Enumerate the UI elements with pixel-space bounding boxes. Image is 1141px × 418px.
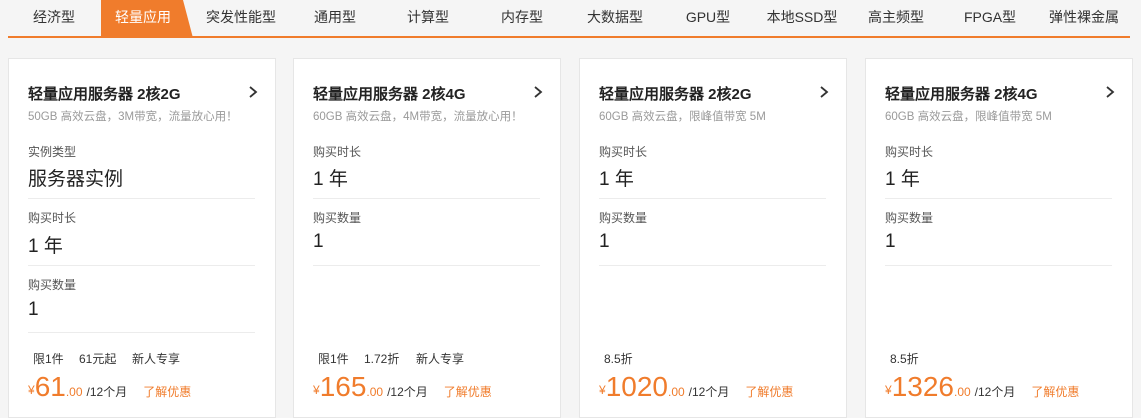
- discount-tag: 1.72折: [364, 352, 400, 366]
- duration-value[interactable]: 1 年: [313, 164, 348, 191]
- instance-type-value[interactable]: 服务器实例: [28, 164, 123, 191]
- discount-tag: 8.5折: [604, 352, 633, 366]
- price-row: ¥1020.00/12个月 了解优惠: [599, 371, 793, 403]
- card-title[interactable]: 轻量应用服务器 2核4G: [313, 83, 466, 104]
- duration-label: 购买时长: [599, 145, 648, 159]
- duration-value[interactable]: 1 年: [885, 164, 920, 191]
- tab-local-ssd[interactable]: 本地SSD型: [755, 0, 849, 36]
- price-start-tag: 61元起: [79, 352, 117, 366]
- price-integer: 61: [34, 371, 66, 402]
- price-integer: 165: [319, 371, 367, 402]
- price-period: /12个月: [387, 385, 428, 399]
- card-subtitle: 60GB 高效云盘，限峰值带宽 5M: [599, 111, 766, 123]
- card-title[interactable]: 轻量应用服务器 2核4G: [885, 83, 1038, 104]
- chevron-right-icon[interactable]: [1104, 85, 1116, 99]
- price-period: /12个月: [688, 385, 730, 399]
- currency-symbol: ¥: [885, 383, 892, 397]
- duration-label: 购买时长: [313, 145, 362, 159]
- divider: [885, 265, 1112, 266]
- divider: [313, 265, 540, 266]
- divider: [599, 198, 826, 199]
- tab-burstable[interactable]: 突发性能型: [193, 0, 289, 36]
- product-card[interactable]: 轻量应用服务器 2核4G 60GB 高效云盘，4M带宽，流量放心用！ 购买时长 …: [293, 58, 561, 418]
- price-integer: 1020: [605, 371, 668, 402]
- promo-link[interactable]: 了解优惠: [444, 385, 492, 399]
- chevron-right-icon[interactable]: [818, 85, 830, 99]
- promo-link[interactable]: 了解优惠: [745, 385, 793, 399]
- quantity-value[interactable]: 1: [599, 231, 610, 253]
- tab-bare-metal[interactable]: 弹性裸金属: [1037, 0, 1131, 36]
- tab-label: 轻量应用: [115, 9, 171, 25]
- price-decimal: .00: [953, 385, 971, 399]
- divider: [313, 198, 540, 199]
- divider: [28, 332, 255, 333]
- price-decimal: .00: [65, 385, 83, 399]
- tabbar-underline: [8, 36, 1130, 38]
- price-row: ¥61.00/12个月 了解优惠: [28, 371, 191, 403]
- promo-link[interactable]: 了解优惠: [143, 385, 191, 399]
- tab-general-purpose[interactable]: 通用型: [289, 0, 381, 36]
- product-card[interactable]: 轻量应用服务器 2核4G 60GB 高效云盘，限峰值带宽 5M 购买时长 1 年…: [865, 58, 1133, 418]
- divider: [885, 198, 1112, 199]
- promo-link[interactable]: 了解优惠: [1031, 385, 1079, 399]
- price-row: ¥1326.00/12个月 了解优惠: [885, 371, 1079, 403]
- duration-value[interactable]: 1 年: [28, 231, 63, 258]
- divider: [599, 265, 826, 266]
- chevron-right-icon[interactable]: [247, 85, 259, 99]
- card-subtitle: 60GB 高效云盘，限峰值带宽 5M: [885, 111, 1052, 123]
- card-title[interactable]: 轻量应用服务器 2核2G: [599, 83, 752, 104]
- instance-type-label: 实例类型: [28, 145, 77, 159]
- price-decimal: .00: [366, 385, 384, 399]
- quantity-value[interactable]: 1: [313, 231, 324, 253]
- divider: [28, 198, 255, 199]
- currency-symbol: ¥: [313, 383, 320, 397]
- quantity-label: 购买数量: [885, 211, 934, 225]
- quantity-label: 购买数量: [28, 278, 77, 292]
- price-period: /12个月: [974, 385, 1016, 399]
- limit-tag: 限1件: [33, 352, 64, 366]
- tab-gpu[interactable]: GPU型: [661, 0, 755, 36]
- limit-tag: 限1件: [318, 352, 349, 366]
- card-subtitle: 50GB 高效云盘，3M带宽，流量放心用！: [28, 111, 238, 123]
- quantity-label: 购买数量: [599, 211, 648, 225]
- divider: [28, 265, 255, 266]
- new-user-tag: 新人专享: [416, 352, 465, 366]
- quantity-value[interactable]: 1: [28, 299, 39, 321]
- card-subtitle: 60GB 高效云盘，4M带宽，流量放心用！: [313, 111, 523, 123]
- duration-value[interactable]: 1 年: [599, 164, 634, 191]
- price-decimal: .00: [667, 385, 685, 399]
- product-card[interactable]: 轻量应用服务器 2核2G 60GB 高效云盘，限峰值带宽 5M 购买时长 1 年…: [579, 58, 847, 418]
- price-row: ¥165.00/12个月 了解优惠: [313, 371, 492, 403]
- tab-lightweight-app[interactable]: 轻量应用: [101, 0, 193, 38]
- instance-type-tabbar: 经济型 轻量应用 突发性能型 通用型 计算型 内存型 大数据型 GPU型 本地S…: [0, 0, 1141, 38]
- card-title[interactable]: 轻量应用服务器 2核2G: [28, 83, 181, 104]
- discount-tag: 8.5折: [890, 352, 919, 366]
- duration-label: 购买时长: [885, 145, 934, 159]
- price-integer: 1326: [891, 371, 954, 402]
- currency-symbol: ¥: [599, 383, 606, 397]
- tab-high-frequency[interactable]: 高主频型: [849, 0, 943, 36]
- chevron-right-icon[interactable]: [532, 85, 544, 99]
- tab-big-data[interactable]: 大数据型: [569, 0, 661, 36]
- tab-memory[interactable]: 内存型: [475, 0, 569, 36]
- tab-compute[interactable]: 计算型: [381, 0, 475, 36]
- price-period: /12个月: [86, 385, 128, 399]
- new-user-tag: 新人专享: [132, 352, 181, 366]
- currency-symbol: ¥: [28, 383, 35, 397]
- product-card[interactable]: 轻量应用服务器 2核2G 50GB 高效云盘，3M带宽，流量放心用！ 实例类型 …: [8, 58, 276, 418]
- quantity-label: 购买数量: [313, 211, 362, 225]
- tab-economy[interactable]: 经济型: [8, 0, 100, 36]
- duration-label: 购买时长: [28, 211, 77, 225]
- tab-fpga[interactable]: FPGA型: [943, 0, 1037, 36]
- quantity-value[interactable]: 1: [885, 231, 896, 253]
